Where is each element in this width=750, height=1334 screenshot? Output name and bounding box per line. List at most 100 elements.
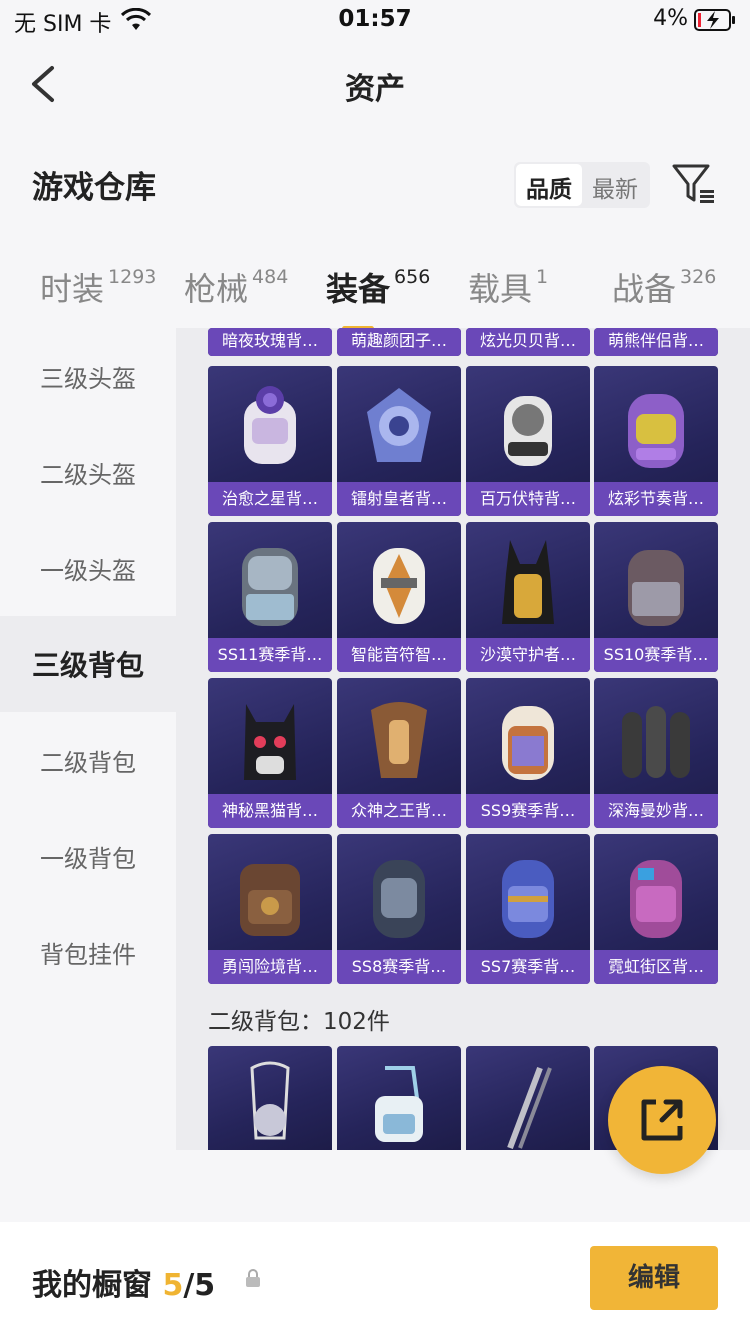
item-card[interactable]: SS9赛季背… [466, 678, 590, 828]
item-name: 神秘黑猫背… [208, 794, 332, 828]
tab-count: 1 [536, 266, 549, 288]
item-name: 百万伏特背… [466, 482, 590, 516]
item-card[interactable]: 众神之王背… [337, 678, 461, 828]
tab-equipment[interactable]: 装备 656 [326, 264, 431, 331]
backpack-icon [502, 540, 554, 624]
sidebar-item-lv3-backpack[interactable]: 三级背包 [0, 616, 176, 712]
item-card[interactable]: 百万伏特背… [466, 366, 590, 516]
sidebar-item-lv1-helmet[interactable]: 一级头盔 [0, 520, 176, 616]
battery-charging-icon [694, 9, 735, 31]
backpack-icon [628, 394, 684, 468]
sidebar-item-lv2-helmet[interactable]: 二级头盔 [0, 424, 176, 520]
sort-quality-button[interactable]: 品质 [516, 164, 582, 206]
backpack-icon [502, 860, 554, 938]
backpack-icon [628, 550, 684, 626]
backpack-icon [375, 1066, 423, 1142]
showcase-current-count: 5 [162, 1268, 184, 1303]
tab-guns[interactable]: 枪械 484 [184, 264, 288, 310]
sidebar-item-lv3-helmet[interactable]: 三级头盔 [0, 328, 176, 424]
tab-count: 1293 [108, 266, 157, 288]
item-card[interactable]: 深海曼妙背… [594, 678, 718, 828]
item-card[interactable]: 萌趣颜团子… [337, 328, 461, 356]
showcase-label: 我的橱窗 5/5 [32, 1260, 215, 1304]
item-card[interactable]: 治愈之星背… [208, 366, 332, 516]
item-card[interactable] [208, 1046, 332, 1150]
item-name: 炫彩节奏背… [594, 482, 718, 516]
tab-fashion[interactable]: 时装 1293 [40, 264, 156, 310]
sort-newest-button[interactable]: 最新 [582, 164, 648, 206]
item-card[interactable]: 霓虹街区背… [594, 834, 718, 984]
sidebar-item-lv2-backpack[interactable]: 二级背包 [0, 712, 176, 808]
item-card[interactable] [466, 1046, 590, 1150]
backpack-icon [371, 702, 427, 778]
item-name: 炫光贝贝背… [466, 328, 590, 356]
edit-button[interactable]: 编辑 [590, 1246, 718, 1310]
share-fab[interactable] [608, 1066, 716, 1174]
sidebar-item-backpack-charm[interactable]: 背包挂件 [0, 904, 176, 1000]
item-card[interactable] [337, 1046, 461, 1150]
tab-label: 战备 [612, 270, 677, 308]
item-card[interactable]: 沙漠守护者… [466, 522, 590, 672]
item-name: SS9赛季背… [466, 794, 590, 828]
item-card[interactable]: 炫彩节奏背… [594, 366, 718, 516]
backpack-icon [630, 860, 682, 938]
item-name: 勇闯险境背… [208, 950, 332, 984]
page-title: 资产 [345, 72, 405, 107]
tab-label: 装备 [326, 270, 391, 308]
backpack-icon [240, 864, 300, 936]
item-card[interactable]: SS8赛季背… [337, 834, 461, 984]
clock: 01:57 [338, 6, 412, 32]
category-tabs: 时装 1293 枪械 484 装备 656 载具 1 战备 326 [0, 250, 750, 331]
item-card[interactable]: 炫光贝贝背… [466, 328, 590, 356]
backpack-icon [373, 860, 425, 938]
item-card[interactable]: 神秘黑猫背… [208, 678, 332, 828]
tab-count: 656 [394, 266, 431, 288]
item-card[interactable]: 萌熊伴侣背… [594, 328, 718, 356]
item-grid: 暗夜玫瑰背… 萌趣颜团子… 炫光贝贝背… 萌熊伴侣背… 治愈之星背… 镭射皇者背… [176, 328, 750, 1150]
tab-vehicles[interactable]: 载具 1 [468, 264, 548, 310]
tab-label: 载具 [468, 270, 533, 308]
item-name: SS7赛季背… [466, 950, 590, 984]
item-card[interactable]: 勇闯险境背… [208, 834, 332, 984]
item-name: 深海曼妙背… [594, 794, 718, 828]
share-icon [641, 1099, 683, 1141]
item-card[interactable]: 智能音符智… [337, 522, 461, 672]
backpack-icon [244, 704, 296, 780]
item-card[interactable]: SS10赛季背… [594, 522, 718, 672]
sidebar-item-lv1-backpack[interactable]: 一级背包 [0, 808, 176, 904]
backpack-icon [502, 706, 554, 780]
nav-bar: 资产 [0, 44, 750, 124]
item-card[interactable]: 镭射皇者背… [337, 366, 461, 516]
subcategory-sidebar: 三级头盔 二级头盔 一级头盔 三级背包 二级背包 一级背包 背包挂件 [0, 328, 176, 1158]
tab-label: 枪械 [184, 270, 249, 308]
item-name: 霓虹街区背… [594, 950, 718, 984]
item-name: 治愈之星背… [208, 482, 332, 516]
item-name: SS10赛季背… [594, 638, 718, 672]
item-card[interactable]: SS11赛季背… [208, 522, 332, 672]
scuba-tank-icon [622, 706, 690, 778]
section-title: 游戏仓库 [32, 170, 156, 206]
item-name: SS11赛季背… [208, 638, 332, 672]
filter-icon[interactable] [670, 162, 720, 206]
showcase-title: 我的橱窗 [32, 1268, 152, 1303]
item-name: 智能音符智… [337, 638, 461, 672]
sort-toggle: 品质 最新 [514, 162, 650, 208]
item-name: 众神之王背… [337, 794, 461, 828]
tab-count: 484 [252, 266, 289, 288]
tab-supplies[interactable]: 战备 326 [612, 264, 716, 310]
backpack-icon [250, 1061, 290, 1140]
item-name: SS8赛季背… [337, 950, 461, 984]
backpack-icon [242, 548, 298, 626]
item-card[interactable]: SS7赛季背… [466, 834, 590, 984]
backpack-icon [373, 548, 425, 624]
item-name: 沙漠守护者… [466, 638, 590, 672]
backpack-icon [507, 1066, 552, 1150]
item-card[interactable]: 暗夜玫瑰背… [208, 328, 332, 356]
item-name: 萌熊伴侣背… [594, 328, 718, 356]
backpack-icon [367, 388, 431, 462]
tab-label: 时装 [40, 270, 105, 308]
backpack-icon [244, 386, 296, 464]
backpack-icon [504, 396, 552, 466]
battery-percent: 4% [653, 6, 688, 31]
status-bar: 无 SIM 卡 01:57 4% [0, 0, 750, 44]
